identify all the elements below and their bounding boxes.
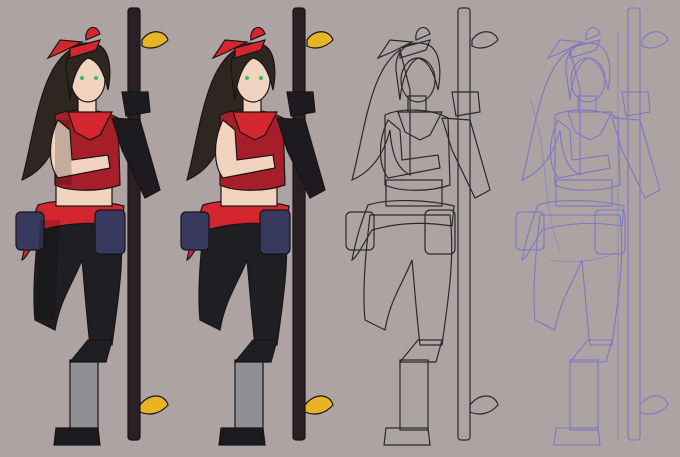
pouch-right: [94, 209, 126, 255]
pouch-left: [180, 211, 210, 251]
figure-drawing: [345, 7, 499, 446]
pants: [533, 214, 623, 346]
staff: [292, 7, 306, 441]
lower-leg: [233, 339, 278, 363]
top: [554, 109, 621, 191]
leg-wraps: [399, 359, 429, 431]
shoe: [53, 427, 101, 446]
figure-drawing: [15, 7, 169, 446]
figure-flat-colors: [165, 0, 335, 457]
pants: [363, 214, 453, 346]
lower-leg: [398, 339, 443, 363]
figure-drawing: [180, 7, 334, 446]
figure-drawing: [515, 7, 669, 446]
staff: [457, 7, 471, 441]
staff: [127, 7, 141, 441]
leg-wraps: [569, 359, 599, 431]
glove: [121, 91, 151, 117]
face: [570, 57, 606, 103]
glove: [621, 91, 651, 117]
lower-leg: [568, 339, 613, 363]
scarf: [567, 111, 613, 141]
glove: [451, 91, 481, 117]
figure-rough-sketch: [500, 0, 670, 457]
leg-wraps: [69, 359, 99, 431]
staff: [627, 7, 641, 441]
lower-leg: [68, 339, 113, 363]
top: [384, 109, 451, 191]
feather-top: [471, 31, 499, 49]
pouch-right: [259, 209, 291, 255]
figure-colored-shaded: [0, 0, 170, 457]
feather-bottom: [139, 395, 169, 415]
scarf: [397, 111, 443, 141]
feather-bottom: [469, 395, 499, 415]
character-art-progression: [0, 0, 680, 457]
leg-wraps: [234, 359, 264, 431]
feather-bottom: [304, 395, 334, 415]
feather-bottom: [639, 395, 669, 415]
glove: [286, 91, 316, 117]
shoe: [218, 427, 266, 446]
feather-top: [641, 31, 669, 49]
figure-lineart: [330, 0, 500, 457]
